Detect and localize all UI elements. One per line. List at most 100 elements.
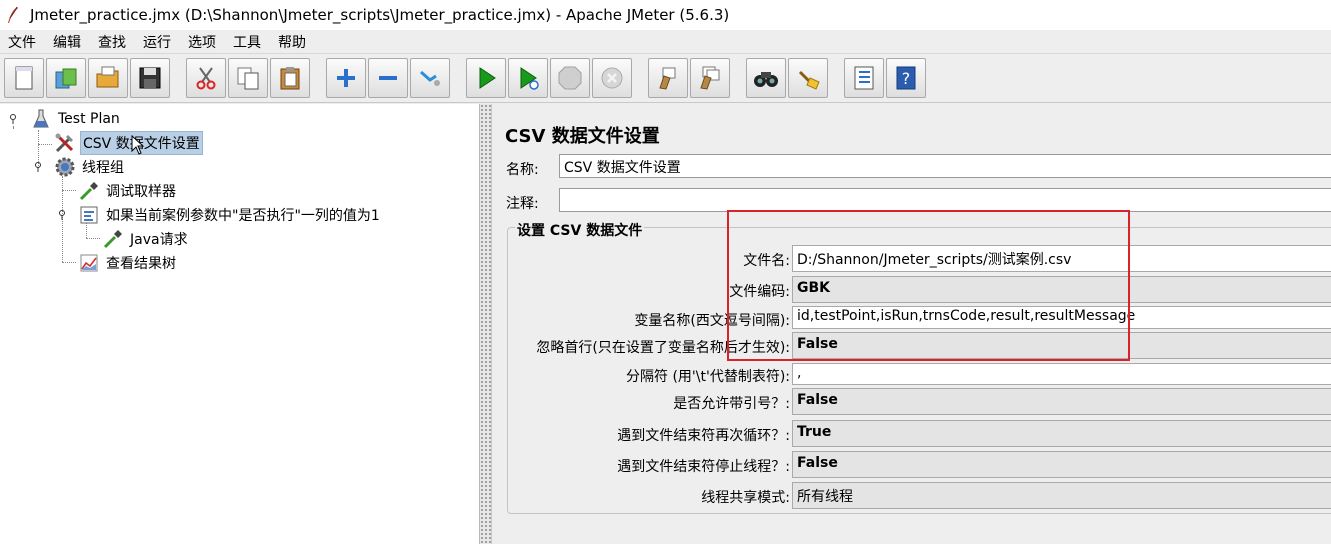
menu-edit[interactable]: 编辑	[53, 32, 81, 52]
allow-quoted-combo[interactable]: False	[792, 388, 1331, 415]
menu-help[interactable]: 帮助	[278, 32, 306, 52]
new-icon	[15, 66, 33, 90]
save-button[interactable]	[130, 58, 170, 98]
window-titlebar: Jmeter_practice.jmx (D:\Shannon\Jmeter_s…	[0, 0, 1331, 30]
start-button[interactable]	[466, 58, 506, 98]
tree-connector	[38, 144, 52, 145]
svg-text:?: ?	[902, 69, 911, 88]
start-icon	[479, 67, 496, 89]
annotation-highlight-box	[727, 210, 1130, 361]
function-helper-icon	[854, 66, 874, 90]
shutdown-icon	[601, 67, 623, 89]
flask-icon	[33, 109, 49, 128]
toggle-icon	[420, 70, 440, 86]
open-icon	[96, 66, 119, 88]
templates-button[interactable]	[46, 58, 86, 98]
tree-node-label: Java请求	[130, 232, 188, 248]
tree-node-label: 线程组	[82, 160, 124, 176]
templates-icon	[55, 68, 77, 89]
stop-thread-on-eof-combo[interactable]: False	[792, 451, 1331, 478]
copy-button[interactable]	[228, 58, 268, 98]
tree-node-label: Test Plan	[58, 111, 120, 127]
save-icon	[139, 67, 161, 89]
expand-icon	[337, 69, 355, 87]
tree-expand-toggle[interactable]	[34, 162, 42, 172]
tools-icon	[55, 133, 74, 153]
start-no-pauses-button[interactable]	[508, 58, 548, 98]
test-plan-tree: Test Plan CSV 数据文件设置 线程组 调试取样器 如果当前案例参数中…	[0, 104, 480, 544]
tree-node-view-results-tree[interactable]: 查看结果树	[78, 252, 178, 274]
clear-button[interactable]	[648, 58, 688, 98]
shutdown-button[interactable]	[592, 58, 632, 98]
tree-expand-toggle[interactable]	[9, 114, 17, 124]
pane-splitter[interactable]	[480, 104, 492, 544]
gear-icon	[55, 157, 75, 177]
start-no-pauses-icon	[520, 67, 539, 90]
delimiter-label: 分隔符 (用'\t'代替制表符):	[626, 369, 790, 385]
copy-icon	[237, 67, 259, 90]
jmeter-feather-icon	[8, 6, 18, 23]
tree-connector	[86, 238, 100, 239]
tree-node-csv-data-set[interactable]: CSV 数据文件设置	[54, 131, 203, 155]
clear-all-icon	[700, 66, 720, 90]
name-field[interactable]: CSV 数据文件设置	[559, 154, 1331, 178]
tree-node-if-controller[interactable]: 如果当前案例参数中"是否执行"一列的值为1	[78, 204, 382, 226]
tree-node-thread-group[interactable]: 线程组	[54, 156, 126, 178]
help-icon: ?	[896, 66, 916, 90]
sharing-mode-combo[interactable]: 所有线程	[792, 482, 1331, 509]
reset-search-button[interactable]	[788, 58, 828, 98]
stop-button[interactable]	[550, 58, 590, 98]
window-title: Jmeter_practice.jmx (D:\Shannon\Jmeter_s…	[30, 6, 730, 24]
sharing-mode-label: 线程共享模式:	[701, 490, 790, 506]
tree-node-label: 查看结果树	[106, 256, 176, 272]
tree-node-test-plan[interactable]: Test Plan	[30, 108, 122, 130]
if-controller-icon	[80, 206, 98, 224]
pipette-icon	[103, 230, 122, 249]
cut-icon	[196, 67, 216, 90]
clear-all-button[interactable]	[690, 58, 730, 98]
recycle-on-eof-label: 遇到文件结束符再次循环？:	[617, 428, 790, 444]
tree-node-label: 调试取样器	[106, 184, 176, 200]
name-label: 名称:	[506, 162, 539, 178]
tree-node-label: 如果当前案例参数中"是否执行"一列的值为1	[106, 208, 380, 224]
tree-connector	[13, 126, 14, 128]
stop-thread-on-eof-label: 遇到文件结束符停止线程？:	[617, 459, 790, 475]
search-icon	[754, 72, 778, 87]
help-button[interactable]: ?	[886, 58, 926, 98]
menu-search[interactable]: 查找	[98, 32, 126, 52]
paste-icon	[280, 67, 300, 90]
allow-quoted-label: 是否允许带引号？:	[673, 396, 790, 412]
toggle-button[interactable]	[410, 58, 450, 98]
menu-file[interactable]: 文件	[8, 32, 36, 52]
expand-all-button[interactable]	[326, 58, 366, 98]
pipette-icon	[79, 182, 98, 201]
mouse-cursor-icon	[131, 135, 144, 155]
function-helper-button[interactable]	[844, 58, 884, 98]
menu-options[interactable]: 选项	[188, 32, 216, 52]
stop-icon	[558, 66, 582, 90]
reset-search-icon	[798, 70, 820, 90]
cut-button[interactable]	[186, 58, 226, 98]
search-button[interactable]	[746, 58, 786, 98]
page-title: CSV 数据文件设置	[505, 126, 660, 147]
collapse-icon	[379, 76, 397, 80]
toolbar: ?	[0, 55, 1331, 103]
tree-connector	[62, 262, 76, 263]
clear-icon	[659, 67, 676, 90]
comment-field[interactable]	[559, 188, 1331, 212]
collapse-all-button[interactable]	[368, 58, 408, 98]
comment-label: 注释:	[506, 196, 539, 212]
recycle-on-eof-combo[interactable]: True	[792, 420, 1331, 447]
chart-icon	[80, 254, 98, 272]
group-title: 设置 CSV 数据文件	[515, 220, 645, 240]
delimiter-field[interactable]: ,	[792, 363, 1331, 385]
new-button[interactable]	[4, 58, 44, 98]
menu-bar: 文件 编辑 查找 运行 选项 工具 帮助	[0, 30, 1331, 54]
menu-run[interactable]: 运行	[143, 32, 171, 52]
tree-expand-toggle[interactable]	[58, 210, 66, 220]
menu-tools[interactable]: 工具	[233, 32, 261, 52]
open-button[interactable]	[88, 58, 128, 98]
paste-button[interactable]	[270, 58, 310, 98]
tree-node-debug-sampler[interactable]: 调试取样器	[78, 180, 178, 202]
tree-node-java-request[interactable]: Java请求	[102, 228, 190, 250]
